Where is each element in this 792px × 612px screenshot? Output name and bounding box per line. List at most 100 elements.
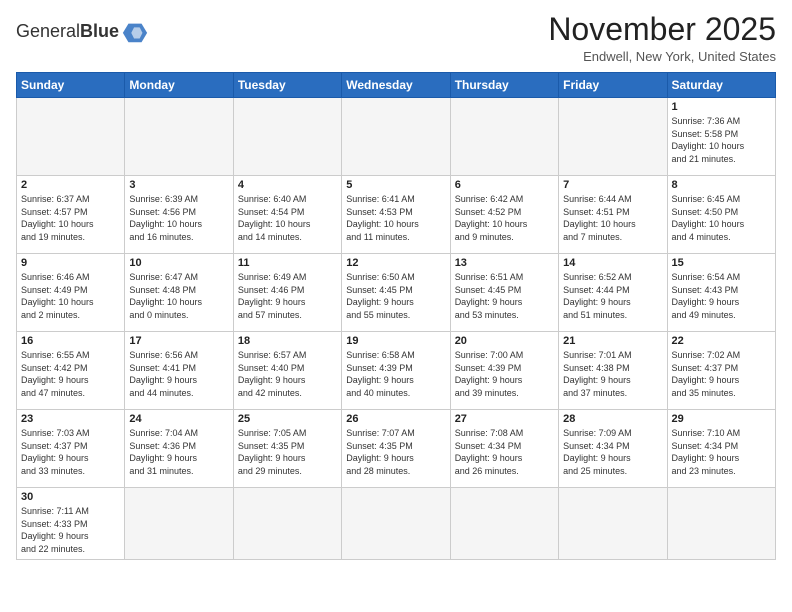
- day-number: 26: [346, 413, 445, 425]
- day-number: 14: [563, 257, 662, 269]
- day-info: Sunrise: 6:58 AM Sunset: 4:39 PM Dayligh…: [346, 349, 445, 399]
- calendar-day-cell: 21 Sunrise: 7:01 AM Sunset: 4:38 PM Dayli…: [559, 332, 667, 410]
- day-info: Sunrise: 6:49 AM Sunset: 4:46 PM Dayligh…: [238, 271, 337, 321]
- calendar-day-cell: [233, 98, 341, 176]
- page: GeneralBlue November 2025 Endwell, New Y…: [0, 0, 792, 612]
- calendar-day-cell: 6 Sunrise: 6:42 AM Sunset: 4:52 PM Daylig…: [450, 176, 558, 254]
- day-number: 2: [21, 179, 120, 191]
- calendar-day-cell: 4 Sunrise: 6:40 AM Sunset: 4:54 PM Daylig…: [233, 176, 341, 254]
- day-info: Sunrise: 7:09 AM Sunset: 4:34 PM Dayligh…: [563, 427, 662, 477]
- calendar-day-cell: 30 Sunrise: 7:11 AM Sunset: 4:33 PM Dayli…: [17, 488, 125, 559]
- calendar-day-cell: 12Sunrise: 6:50 AM Sunset: 4:45 PM Dayli…: [342, 254, 450, 332]
- day-info: Sunrise: 7:01 AM Sunset: 4:38 PM Dayligh…: [563, 349, 662, 399]
- calendar-day-cell: 26Sunrise: 7:07 AM Sunset: 4:35 PM Dayli…: [342, 410, 450, 488]
- day-info: Sunrise: 6:54 AM Sunset: 4:43 PM Dayligh…: [672, 271, 771, 321]
- calendar-day-cell: 24Sunrise: 7:04 AM Sunset: 4:36 PM Dayli…: [125, 410, 233, 488]
- calendar-day-cell: 14Sunrise: 6:52 AM Sunset: 4:44 PM Dayli…: [559, 254, 667, 332]
- calendar-day-cell: [667, 488, 775, 559]
- calendar-day-cell: 27 Sunrise: 7:08 AM Sunset: 4:34 PM Dayli…: [450, 410, 558, 488]
- day-number: 28: [563, 413, 662, 425]
- day-number: 22: [672, 335, 771, 347]
- day-info: Sunrise: 7:04 AM Sunset: 4:36 PM Dayligh…: [129, 427, 228, 477]
- calendar-day-cell: 10Sunrise: 6:47 AM Sunset: 4:48 PM Dayli…: [125, 254, 233, 332]
- weekday-header: Friday: [559, 73, 667, 98]
- day-number: 20: [455, 335, 554, 347]
- day-info: Sunrise: 7:00 AM Sunset: 4:39 PM Dayligh…: [455, 349, 554, 399]
- day-info: Sunrise: 7:10 AM Sunset: 4:34 PM Dayligh…: [672, 427, 771, 477]
- calendar-day-cell: 5 Sunrise: 6:41 AM Sunset: 4:53 PM Daylig…: [342, 176, 450, 254]
- calendar-day-cell: 15Sunrise: 6:54 AM Sunset: 4:43 PM Dayli…: [667, 254, 775, 332]
- calendar-day-cell: 17 Sunrise: 6:56 AM Sunset: 4:41 PM Dayli…: [125, 332, 233, 410]
- logo-icon: [121, 18, 149, 46]
- calendar-day-cell: 9Sunrise: 6:46 AM Sunset: 4:49 PM Daylig…: [17, 254, 125, 332]
- weekday-row: SundayMondayTuesdayWednesdayThursdayFrid…: [17, 73, 776, 98]
- day-number: 4: [238, 179, 337, 191]
- day-info: Sunrise: 7:11 AM Sunset: 4:33 PM Dayligh…: [21, 505, 120, 555]
- day-info: Sunrise: 6:50 AM Sunset: 4:45 PM Dayligh…: [346, 271, 445, 321]
- calendar-day-cell: [342, 488, 450, 559]
- day-number: 1: [672, 101, 771, 113]
- day-number: 25: [238, 413, 337, 425]
- calendar-day-cell: 13 Sunrise: 6:51 AM Sunset: 4:45 PM Dayli…: [450, 254, 558, 332]
- logo-normal: General: [16, 21, 80, 41]
- logo-text: GeneralBlue: [16, 21, 119, 43]
- weekday-header: Sunday: [17, 73, 125, 98]
- calendar-week-row: 1 Sunrise: 7:36 AM Sunset: 5:58 PM Daylig…: [17, 98, 776, 176]
- day-number: 5: [346, 179, 445, 191]
- calendar-day-cell: 16 Sunrise: 6:55 AM Sunset: 4:42 PM Dayli…: [17, 332, 125, 410]
- calendar-day-cell: 28 Sunrise: 7:09 AM Sunset: 4:34 PM Dayli…: [559, 410, 667, 488]
- day-number: 19: [346, 335, 445, 347]
- day-info: Sunrise: 6:40 AM Sunset: 4:54 PM Dayligh…: [238, 193, 337, 243]
- location: Endwell, New York, United States: [548, 49, 776, 64]
- day-number: 27: [455, 413, 554, 425]
- calendar-header: SundayMondayTuesdayWednesdayThursdayFrid…: [17, 73, 776, 98]
- calendar-day-cell: [450, 488, 558, 559]
- calendar-day-cell: 8Sunrise: 6:45 AM Sunset: 4:50 PM Daylig…: [667, 176, 775, 254]
- day-info: Sunrise: 7:03 AM Sunset: 4:37 PM Dayligh…: [21, 427, 120, 477]
- day-info: Sunrise: 6:57 AM Sunset: 4:40 PM Dayligh…: [238, 349, 337, 399]
- weekday-header: Tuesday: [233, 73, 341, 98]
- day-number: 6: [455, 179, 554, 191]
- calendar-week-row: 30 Sunrise: 7:11 AM Sunset: 4:33 PM Dayli…: [17, 488, 776, 559]
- calendar-day-cell: 29 Sunrise: 7:10 AM Sunset: 4:34 PM Dayli…: [667, 410, 775, 488]
- day-info: Sunrise: 6:41 AM Sunset: 4:53 PM Dayligh…: [346, 193, 445, 243]
- calendar-body: 1 Sunrise: 7:36 AM Sunset: 5:58 PM Daylig…: [17, 98, 776, 559]
- calendar-day-cell: 25 Sunrise: 7:05 AM Sunset: 4:35 PM Dayli…: [233, 410, 341, 488]
- calendar-day-cell: [342, 98, 450, 176]
- day-number: 29: [672, 413, 771, 425]
- day-info: Sunrise: 7:08 AM Sunset: 4:34 PM Dayligh…: [455, 427, 554, 477]
- day-number: 11: [238, 257, 337, 269]
- day-number: 16: [21, 335, 120, 347]
- day-number: 23: [21, 413, 120, 425]
- day-number: 30: [21, 491, 120, 503]
- day-info: Sunrise: 6:39 AM Sunset: 4:56 PM Dayligh…: [129, 193, 228, 243]
- calendar-day-cell: [559, 98, 667, 176]
- calendar-day-cell: 7Sunrise: 6:44 AM Sunset: 4:51 PM Daylig…: [559, 176, 667, 254]
- day-number: 3: [129, 179, 228, 191]
- logo-bold: Blue: [80, 21, 119, 41]
- calendar-day-cell: 22 Sunrise: 7:02 AM Sunset: 4:37 PM Dayli…: [667, 332, 775, 410]
- calendar-day-cell: [559, 488, 667, 559]
- day-number: 8: [672, 179, 771, 191]
- day-info: Sunrise: 6:42 AM Sunset: 4:52 PM Dayligh…: [455, 193, 554, 243]
- month-title: November 2025: [548, 12, 776, 47]
- day-number: 17: [129, 335, 228, 347]
- calendar-day-cell: [450, 98, 558, 176]
- day-info: Sunrise: 7:05 AM Sunset: 4:35 PM Dayligh…: [238, 427, 337, 477]
- calendar-day-cell: 3 Sunrise: 6:39 AM Sunset: 4:56 PM Daylig…: [125, 176, 233, 254]
- day-number: 21: [563, 335, 662, 347]
- day-info: Sunrise: 6:56 AM Sunset: 4:41 PM Dayligh…: [129, 349, 228, 399]
- day-number: 13: [455, 257, 554, 269]
- header: GeneralBlue November 2025 Endwell, New Y…: [16, 12, 776, 64]
- weekday-header: Thursday: [450, 73, 558, 98]
- calendar-day-cell: [125, 98, 233, 176]
- day-info: Sunrise: 7:36 AM Sunset: 5:58 PM Dayligh…: [672, 115, 771, 165]
- calendar-day-cell: 18Sunrise: 6:57 AM Sunset: 4:40 PM Dayli…: [233, 332, 341, 410]
- day-info: Sunrise: 7:02 AM Sunset: 4:37 PM Dayligh…: [672, 349, 771, 399]
- calendar-day-cell: 19 Sunrise: 6:58 AM Sunset: 4:39 PM Dayli…: [342, 332, 450, 410]
- day-info: Sunrise: 6:55 AM Sunset: 4:42 PM Dayligh…: [21, 349, 120, 399]
- day-info: Sunrise: 6:51 AM Sunset: 4:45 PM Dayligh…: [455, 271, 554, 321]
- calendar-day-cell: [17, 98, 125, 176]
- day-info: Sunrise: 6:46 AM Sunset: 4:49 PM Dayligh…: [21, 271, 120, 321]
- day-number: 7: [563, 179, 662, 191]
